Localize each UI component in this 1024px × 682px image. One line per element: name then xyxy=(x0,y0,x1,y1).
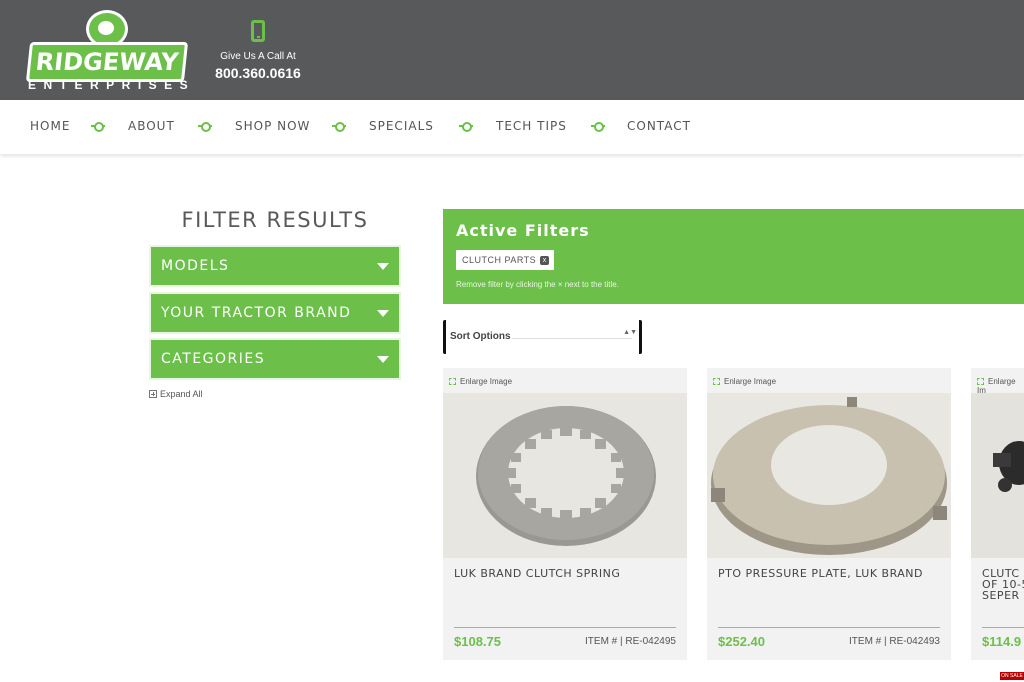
nav-contact[interactable]: CONTACT xyxy=(627,119,691,133)
product-image[interactable] xyxy=(707,393,951,558)
enlarge-label: Enlarge Image xyxy=(460,377,513,386)
nav-specials[interactable]: SPECIALS xyxy=(369,119,434,133)
nav-shop-now[interactable]: SHOP NOW xyxy=(235,119,310,133)
nav-about[interactable]: ABOUT xyxy=(128,119,175,133)
product-price: $108.75 xyxy=(454,634,501,649)
expand-icon xyxy=(713,378,720,385)
nav-separator-icon xyxy=(198,121,212,132)
mobile-phone-icon xyxy=(251,20,265,42)
product-card: Enlarge Im CLUTC OF 10-5 SEPER $114.9 xyxy=(971,368,1024,660)
product-name-link[interactable]: CLUTC OF 10-5 SEPER xyxy=(982,568,1024,601)
expand-icon xyxy=(449,378,456,385)
expand-all-label: Expand All xyxy=(160,389,203,399)
clutch-part-illustration xyxy=(971,393,1024,558)
chip-label: CLUTCH PARTS xyxy=(462,255,537,265)
product-price: $252.40 xyxy=(718,634,765,649)
logo-wordmark: RIDGEWAY xyxy=(25,42,189,82)
pressure-plate-illustration xyxy=(707,393,951,558)
sort-underline xyxy=(512,338,632,339)
caret-down-icon xyxy=(377,356,389,363)
product-name-link[interactable]: PTO PRESSURE PLATE, LUK BRAND xyxy=(718,568,946,579)
filter-chip-clutch-parts[interactable]: CLUTCH PARTS x xyxy=(456,250,555,270)
call-label: Give Us A Call At xyxy=(220,51,296,62)
product-card: Enlarge Image LUK BRAND CLUTCH SPRING $1… xyxy=(443,368,687,660)
product-name-link[interactable]: LUK BRAND CLUTCH SPRING xyxy=(454,568,682,579)
sort-options-select[interactable]: Sort Options ▲▼ xyxy=(443,320,642,354)
sort-label: Sort Options xyxy=(450,331,511,342)
caret-down-icon xyxy=(377,310,389,317)
facet-categories[interactable]: CATEGORIES xyxy=(149,338,401,380)
nav-separator-icon xyxy=(91,121,105,132)
filter-results-heading: FILTER RESULTS xyxy=(181,208,369,232)
active-filters-panel: Active Filters CLUTCH PARTS x Remove fil… xyxy=(443,209,1024,304)
expand-icon xyxy=(977,378,984,385)
facet-label: CATEGORIES xyxy=(161,351,266,367)
remove-filter-icon[interactable]: x xyxy=(540,256,550,265)
product-image[interactable] xyxy=(971,393,1024,558)
nav-home[interactable]: HOME xyxy=(30,119,70,133)
active-filters-heading: Active Filters xyxy=(456,221,590,240)
item-number: ITEM # | RE-042493 xyxy=(849,636,940,647)
expand-all-link[interactable]: Expand All xyxy=(149,389,203,399)
select-arrows-icon: ▲▼ xyxy=(623,329,637,336)
nav-separator-icon xyxy=(591,121,605,132)
logo-subtitle: ENTERPRISES xyxy=(28,78,196,92)
facet-label: MODELS xyxy=(161,258,230,274)
divider xyxy=(982,627,1024,628)
enlarge-image-link[interactable]: Enlarge Image xyxy=(449,377,512,386)
facet-label: YOUR TRACTOR BRAND xyxy=(161,305,352,321)
remove-filter-hint: Remove filter by clicking the × next to … xyxy=(456,280,619,289)
facet-tractor-brand[interactable]: YOUR TRACTOR BRAND xyxy=(149,292,401,334)
clutch-spring-illustration xyxy=(443,393,687,558)
ridgeway-logo[interactable]: RIDGEWAY ENTERPRISES xyxy=(25,10,196,94)
facet-models[interactable]: MODELS xyxy=(149,245,401,287)
nav-separator-icon xyxy=(332,121,346,132)
product-image[interactable] xyxy=(443,393,687,558)
divider xyxy=(718,627,940,628)
site-header: RIDGEWAY ENTERPRISES Give Us A Call At 8… xyxy=(0,0,1024,100)
phone-number-link[interactable]: 800.360.0616 xyxy=(210,64,306,82)
nav-separator-icon xyxy=(459,121,473,132)
enlarge-label: Enlarge Image xyxy=(724,377,777,386)
caret-down-icon xyxy=(377,263,389,270)
product-price: $114.9 xyxy=(982,634,1022,649)
nav-tech-tips[interactable]: TECH TIPS xyxy=(496,119,567,133)
enlarge-image-link[interactable]: Enlarge Image xyxy=(713,377,776,386)
plus-box-icon xyxy=(149,390,157,398)
divider xyxy=(454,627,676,628)
main-nav: HOME ABOUT SHOP NOW SPECIALS TECH TIPS C… xyxy=(0,100,1024,154)
call-block: Give Us A Call At 800.360.0616 xyxy=(210,20,306,82)
item-number: ITEM # | RE-042495 xyxy=(585,636,676,647)
on-sale-badge: ON SALE xyxy=(1000,672,1024,680)
product-card: Enlarge Image PTO PRESSURE PLATE, LUK BR… xyxy=(707,368,951,660)
